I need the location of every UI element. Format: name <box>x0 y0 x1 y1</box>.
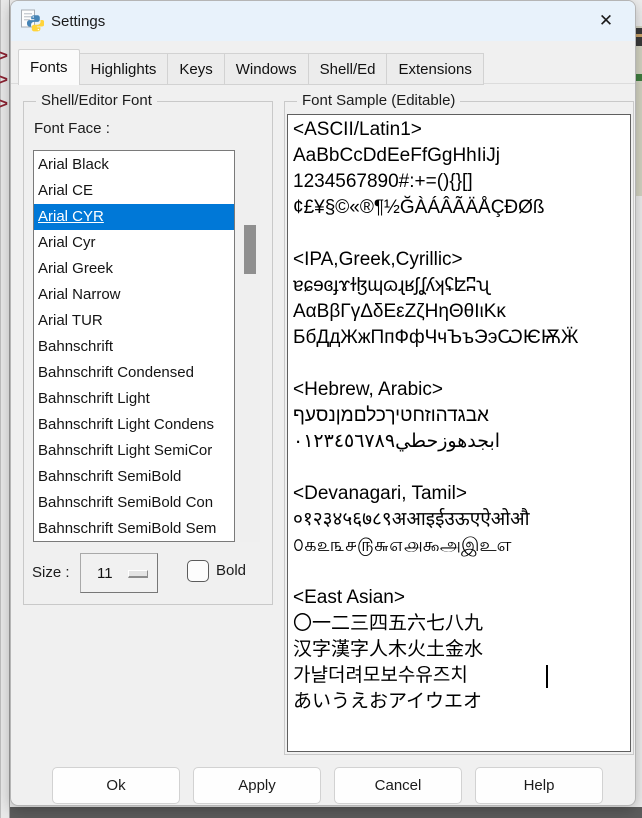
font-list-item[interactable]: Arial Greek <box>34 256 234 282</box>
sample-text-line: 가냘더려모보수유즈치 <box>293 663 625 689</box>
sample-text-line: ௦௧௨௩௪௫௬௭௮௯அஇஉஎ <box>293 533 625 559</box>
sample-text-line: ابجدهوزحطي٠١٢٣٤٥٦٧٨٩ <box>293 429 625 455</box>
cancel-button[interactable]: Cancel <box>334 767 462 804</box>
tab-extensions[interactable]: Extensions <box>387 53 483 85</box>
sample-text-line: БбДдЖжПпФфЧчЪъЭэѠѤѬӜ <box>293 325 625 351</box>
idle-python-app-icon <box>20 9 44 33</box>
sample-text-line: 〇一二三四五六七八九 <box>293 611 625 637</box>
font-list-item[interactable]: Arial CYR <box>34 204 234 230</box>
font-sample-text[interactable]: <ASCII/Latin1>AaBbCcDdEeFfGgHhIiJj123456… <box>287 114 631 752</box>
sample-text-line: あいうえおアイウエオ <box>293 689 625 715</box>
sample-text-line: <ASCII/Latin1> <box>293 117 625 143</box>
sample-text-line <box>293 351 625 377</box>
sample-text-line: ɐɕɘɞɟɤɫɮɰɷɻʁʃʆʎʞʢʫʭʯ <box>293 273 625 299</box>
settings-dialog: Settings ✕ Fonts Highlights Keys Windows… <box>10 0 636 806</box>
sample-text-line: AaBbCcDdEeFfGgHhIiJj <box>293 143 625 169</box>
sample-text-line: <East Asian> <box>293 585 625 611</box>
tab-windows[interactable]: Windows <box>225 53 309 85</box>
font-list-item[interactable]: Bahnschrift SemiBold Sem <box>34 516 234 542</box>
sample-text-line: <Hebrew, Arabic> <box>293 377 625 403</box>
ok-button[interactable]: Ok <box>52 767 180 804</box>
text-insertion-cursor <box>546 665 548 688</box>
font-list-item[interactable]: Bahnschrift Light Condens <box>34 412 234 438</box>
font-list-item[interactable]: Arial Narrow <box>34 282 234 308</box>
shell-editor-font-group: Shell/Editor Font Font Face : Arial Blac… <box>23 101 273 605</box>
sample-text-line <box>293 455 625 481</box>
background-bottom-area <box>10 807 642 818</box>
tab-fonts[interactable]: Fonts <box>18 49 80 85</box>
size-value: 11 <box>97 565 113 582</box>
sample-text-line: 1234567890#:+=(){}[] <box>293 169 625 195</box>
sample-text-line: אבגדהוזחטיךכלםמןנסעף <box>293 403 625 429</box>
bold-label: Bold <box>216 562 246 579</box>
sample-text-line: ०१२३४५६७८९अआइईउऊएऐओऔ <box>293 507 625 533</box>
apply-button[interactable]: Apply <box>193 767 321 804</box>
font-face-label: Font Face : <box>34 120 110 137</box>
font-list-item[interactable]: Arial Black <box>34 152 234 178</box>
font-list-item[interactable]: Arial TUR <box>34 308 234 334</box>
font-list-item[interactable]: Bahnschrift Condensed <box>34 360 234 386</box>
font-list-item[interactable]: Bahnschrift SemiBold <box>34 464 234 490</box>
help-button[interactable]: Help <box>475 767 603 804</box>
sample-text-line: ΑαΒβΓγΔδΕεΖζΗηΘθΙιΚκ <box>293 299 625 325</box>
background-fragment <box>636 74 642 81</box>
font-list-item[interactable]: Bahnschrift SemiBold Con <box>34 490 234 516</box>
window-title: Settings <box>51 13 105 30</box>
background-fragment <box>636 34 642 37</box>
size-dropdown[interactable]: 11 <box>80 553 158 593</box>
font-face-listbox[interactable]: Arial BlackArial CEArial CYRArial CyrAri… <box>33 150 235 542</box>
scrollbar-thumb[interactable] <box>244 225 256 274</box>
font-list-scrollbar[interactable] <box>240 150 260 542</box>
group-title: Font Sample (Editable) <box>297 92 460 109</box>
dropdown-indicator-icon <box>128 570 148 578</box>
group-title: Shell/Editor Font <box>36 92 157 109</box>
font-list-item[interactable]: Bahnschrift Light SemiCor <box>34 438 234 464</box>
bold-checkbox[interactable] <box>187 560 209 582</box>
tab-shell-ed[interactable]: Shell/Ed <box>309 53 388 85</box>
background-right-edge <box>636 26 642 196</box>
font-sample-group: Font Sample (Editable) <ASCII/Latin1>AaB… <box>284 101 634 755</box>
tab-bar: Fonts Highlights Keys Windows Shell/Ed E… <box>18 49 484 85</box>
font-list-item[interactable]: Bahnschrift <box>34 334 234 360</box>
close-button[interactable]: ✕ <box>583 1 629 41</box>
sample-text-line <box>293 559 625 585</box>
tab-keys[interactable]: Keys <box>168 53 224 85</box>
screen: > > > Settings ✕ <box>0 0 642 818</box>
sample-text-line: <Devanagari, Tamil> <box>293 481 625 507</box>
titlebar[interactable]: Settings ✕ <box>11 1 635 41</box>
sample-text-line: ¢£¥§©«®¶½ĞÀÁÂÃÄÅÇÐØß <box>293 195 625 221</box>
tab-highlights[interactable]: Highlights <box>80 53 169 85</box>
dialog-button-row: Ok Apply Cancel Help <box>52 767 603 804</box>
font-list-item[interactable]: Arial CE <box>34 178 234 204</box>
font-list-item[interactable]: Bahnschrift Light <box>34 386 234 412</box>
sample-text-line: <IPA,Greek,Cyrillic> <box>293 247 625 273</box>
background-fragment <box>636 28 642 46</box>
background-window-edge: > > > <box>0 0 10 818</box>
size-label: Size : <box>32 564 70 581</box>
sample-text-line: 汉字漢字人木火土金水 <box>293 637 625 663</box>
font-list-item[interactable]: Arial Cyr <box>34 230 234 256</box>
sample-text-line <box>293 221 625 247</box>
